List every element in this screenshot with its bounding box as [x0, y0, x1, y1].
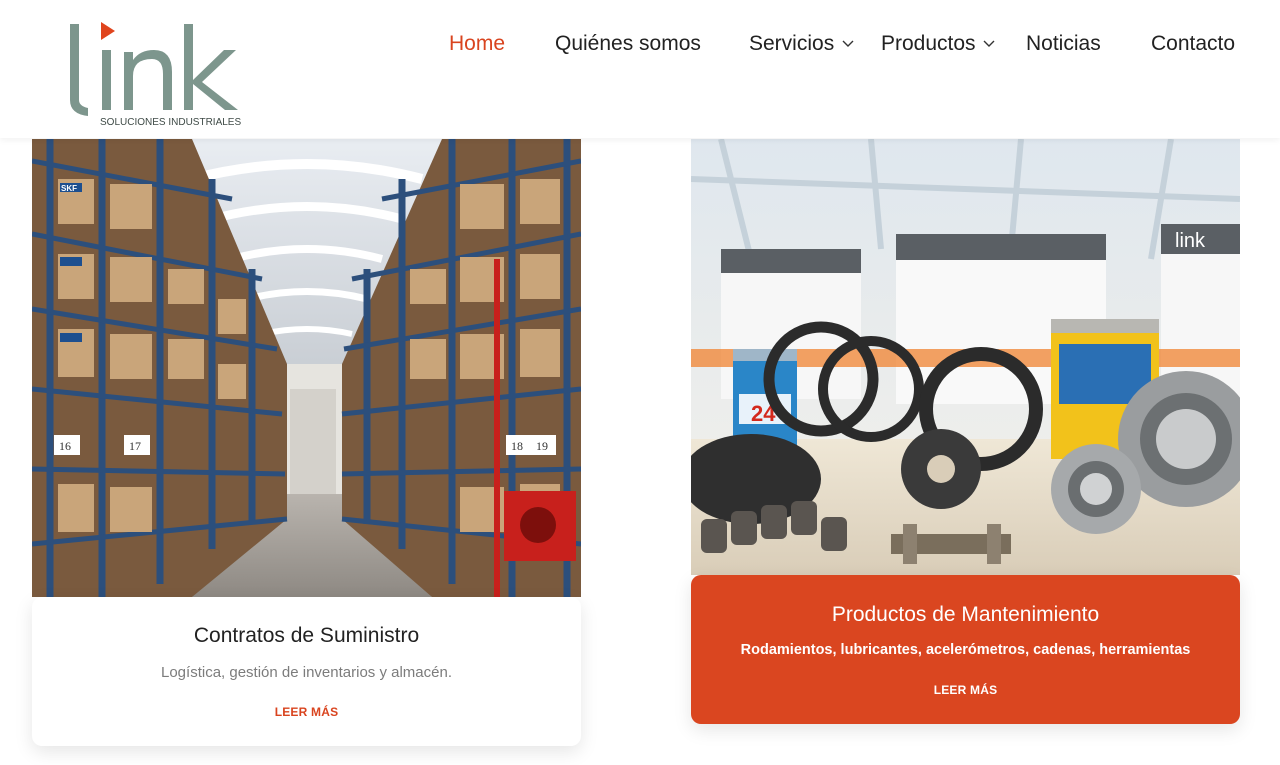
nav-servicios-label: Servicios: [749, 32, 835, 55]
logo-tagline: SOLUCIONES INDUSTRIALES: [100, 117, 241, 128]
nav-quienes-somos[interactable]: Quiénes somos: [555, 30, 701, 58]
maintenance-products-photo: link 24: [691, 139, 1240, 575]
nav-productos-label: Productos: [881, 32, 976, 55]
read-more-link[interactable]: LEER MÁS: [691, 683, 1240, 697]
card-title: Productos de Mantenimiento: [831, 603, 1100, 626]
nav-noticias[interactable]: Noticias: [1026, 30, 1101, 58]
bay-number-label: 19: [536, 439, 548, 453]
nav-contacto-label: Contacto: [1151, 32, 1236, 55]
card-description: Rodamientos, lubricantes, acelerómetros,…: [740, 642, 1191, 658]
bay-number-label: 16: [59, 439, 71, 453]
nav-productos[interactable]: Productos: [881, 30, 995, 58]
main-nav: Home Quiénes somos Servicios Productos N…: [0, 30, 1280, 58]
warehouse-photo: 16 17 SKF 18 19: [32, 139, 581, 597]
card-panel: Productos de Mantenimiento Rodamientos, …: [691, 575, 1240, 724]
nav-contacto[interactable]: Contacto: [1151, 30, 1235, 58]
chevron-down-icon: [842, 40, 854, 48]
nav-noticias-label: Noticias: [1026, 32, 1101, 55]
read-more-link[interactable]: LEER MÁS: [32, 705, 581, 719]
banner-brand-label: link: [1175, 230, 1206, 252]
bay-number-label: 17: [129, 439, 141, 453]
nav-quienes-somos-label: Quiénes somos: [555, 32, 701, 55]
nav-home-label: Home: [449, 32, 506, 55]
card-description: Logística, gestión de inventarios y alma…: [161, 664, 452, 681]
site-header: SOLUCIONES INDUSTRIALES Home Quiénes som…: [0, 0, 1280, 138]
box-brand-label: SKF: [61, 184, 77, 193]
chevron-down-icon: [983, 40, 995, 48]
card-title: Contratos de Suministro: [193, 624, 420, 647]
nav-servicios[interactable]: Servicios: [749, 30, 854, 58]
card-panel: Contratos de Suministro Logística, gesti…: [32, 597, 581, 746]
nav-home[interactable]: Home: [449, 30, 505, 58]
bay-number-label: 18: [511, 439, 523, 453]
